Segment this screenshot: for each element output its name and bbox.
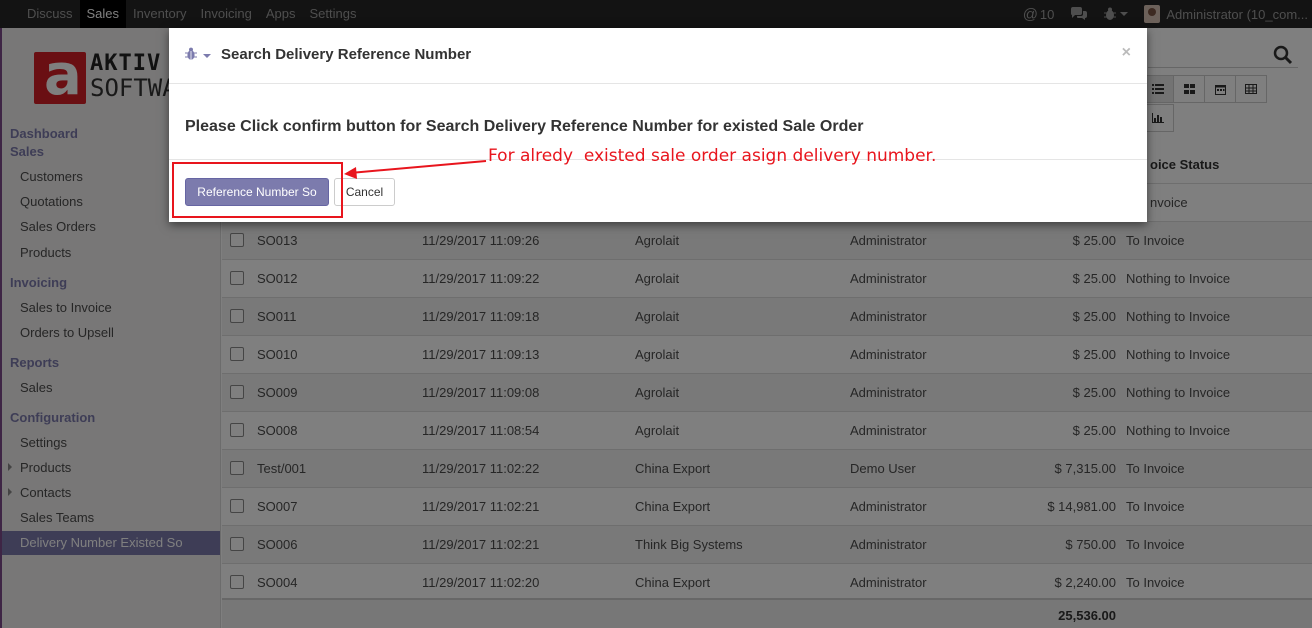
chevron-down-icon[interactable] [203,54,211,58]
annotation-arrow-icon [344,160,487,179]
bug-icon[interactable] [185,47,197,61]
annotation-highlight-box [172,162,343,218]
modal-title: Search Delivery Reference Number [221,46,472,63]
annotation-text: For alredy existed sale order asign deli… [488,146,937,166]
modal-message: Please Click confirm button for Search D… [185,118,864,135]
modal-header: Search Delivery Reference Number × [169,28,1147,84]
close-icon[interactable]: × [1122,44,1131,62]
